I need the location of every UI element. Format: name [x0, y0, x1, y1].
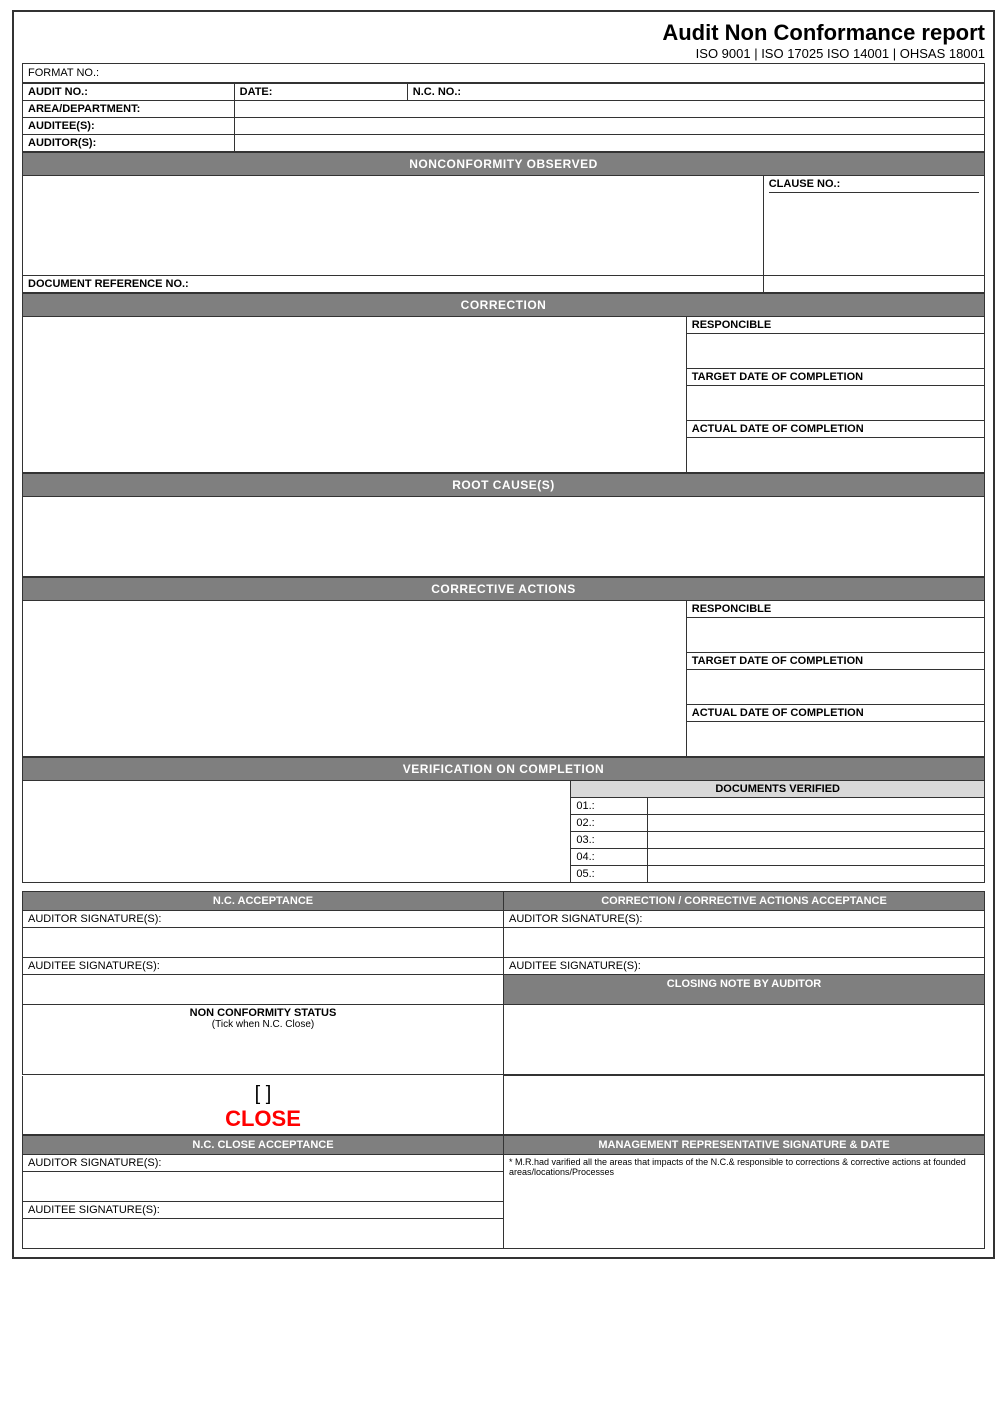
- clause-no-value[interactable]: [769, 195, 979, 265]
- verification-header: VERIFICATION ON COMPLETION: [23, 758, 985, 781]
- ca-auditor-sig-text: AUDITOR SIGNATURE(S):: [509, 913, 642, 925]
- ca-auditor-sig-value[interactable]: [504, 928, 985, 958]
- ca-auditee-sig-label: AUDITEE SIGNATURE(S):: [504, 958, 985, 975]
- ca-auditor-sig-label: AUDITOR SIGNATURE(S):: [504, 911, 985, 928]
- auditor-value[interactable]: [234, 135, 984, 152]
- clause-no-label: CLAUSE NO.:: [769, 178, 979, 193]
- doc-item-2-label: 02.:: [571, 815, 648, 832]
- responsible-value-2[interactable]: [686, 618, 984, 653]
- doc-ref-label: DOCUMENT REFERENCE NO.:: [23, 276, 764, 293]
- nc-status-label: NON CONFORMITY STATUS: [28, 1007, 498, 1019]
- closing-note-header-cell: CLOSING NOTE BY AUDITOR: [504, 975, 985, 1005]
- target-date-label-1: TARGET DATE OF COMPLETION: [686, 369, 984, 386]
- format-no-row: FORMAT NO.:: [22, 63, 985, 83]
- auditee-label: AUDITEE(S):: [23, 118, 235, 135]
- actual-date-value-2[interactable]: [686, 722, 984, 757]
- actual-date-label-1: ACTUAL DATE OF COMPLETION: [686, 421, 984, 438]
- closing-note-value[interactable]: [504, 1005, 985, 1075]
- ca-auditee-sig-text: AUDITEE SIGNATURE(S):: [509, 960, 641, 972]
- nc-no-label: N.C. NO.:: [407, 84, 984, 101]
- area-dept-label: AREA/DEPARTMENT:: [23, 101, 235, 118]
- nc-status-cell: NON CONFORMITY STATUS (Tick when N.C. Cl…: [23, 1005, 504, 1075]
- doc-item-1-value[interactable]: [648, 798, 985, 815]
- nc-status-sub: (Tick when N.C. Close): [28, 1019, 498, 1030]
- top-info-table: AUDIT NO.: DATE: N.C. NO.: AREA/DEPARTME…: [22, 83, 985, 152]
- correction-acceptance-header: CORRECTION / CORRECTIVE ACTIONS ACCEPTAN…: [504, 892, 985, 911]
- nc-auditor-sig-value[interactable]: [23, 928, 504, 958]
- target-date-value-1[interactable]: [686, 386, 984, 421]
- doc-item-3-label: 03.:: [571, 832, 648, 849]
- close-bracket: [ ]: [28, 1083, 498, 1106]
- date-label: DATE:: [234, 84, 407, 101]
- actual-date-value-1[interactable]: [686, 438, 984, 473]
- page-container: Audit Non Conformance report ISO 9001 | …: [12, 10, 995, 1259]
- target-date-value-2[interactable]: [686, 670, 984, 705]
- documents-verified-header: DOCUMENTS VERIFIED: [571, 781, 985, 798]
- nc-close-auditee-value[interactable]: [23, 1218, 504, 1248]
- actual-date-label-2: ACTUAL DATE OF COMPLETION: [686, 705, 984, 722]
- nonconformity-content[interactable]: [23, 176, 764, 276]
- acceptance-top-table: N.C. ACCEPTANCE CORRECTION / CORRECTIVE …: [22, 891, 985, 1075]
- responsible-label-2: RESPONCIBLE: [686, 601, 984, 618]
- root-cause-table: ROOT CAUSE(S): [22, 473, 985, 577]
- close-bracket-cell: [ ] CLOSE: [23, 1076, 504, 1135]
- auditee-value[interactable]: [234, 118, 984, 135]
- doc-item-2-value[interactable]: [648, 815, 985, 832]
- nc-close-acceptance-header: N.C. CLOSE ACCEPTANCE: [23, 1135, 504, 1154]
- corrective-actions-table: CORRECTIVE ACTIONS RESPONCIBLE TARGET DA…: [22, 577, 985, 757]
- doc-item-4-value[interactable]: [648, 849, 985, 866]
- nc-auditee-sig-label: AUDITEE SIGNATURE(S):: [23, 958, 504, 975]
- nc-close-auditor-value[interactable]: [23, 1171, 504, 1201]
- format-no-label: FORMAT NO.:: [28, 67, 99, 79]
- doc-item-3-value[interactable]: [648, 832, 985, 849]
- auditor-label: AUDITOR(S):: [23, 135, 235, 152]
- nc-close-table: N.C. CLOSE ACCEPTANCE MANAGEMENT REPRESE…: [22, 1135, 985, 1249]
- clause-no-cell: CLAUSE NO.:: [763, 176, 984, 276]
- target-date-label-2: TARGET DATE OF COMPLETION: [686, 653, 984, 670]
- nc-auditor-sig-text: AUDITOR SIGNATURE(S):: [28, 913, 161, 925]
- close-text: CLOSE: [28, 1106, 498, 1132]
- nonconformity-table: NONCONFORMITY OBSERVED CLAUSE NO.: DOCUM…: [22, 152, 985, 293]
- report-title: Audit Non Conformance report: [22, 20, 985, 46]
- corrective-actions-header: CORRECTIVE ACTIONS: [23, 578, 985, 601]
- nc-acceptance-header: N.C. ACCEPTANCE: [23, 892, 504, 911]
- nc-close-auditee-label: AUDITEE SIGNATURE(S):: [23, 1201, 504, 1218]
- doc-ref-value[interactable]: [763, 276, 984, 293]
- nc-auditee-sig-text: AUDITEE SIGNATURE(S):: [28, 960, 160, 972]
- root-cause-header: ROOT CAUSE(S): [23, 474, 985, 497]
- audit-no-label: AUDIT NO.:: [23, 84, 235, 101]
- nc-status-table: [ ] CLOSE: [22, 1075, 985, 1135]
- correction-header: CORRECTION: [23, 294, 985, 317]
- doc-item-5-value[interactable]: [648, 866, 985, 883]
- mgmt-rep-header: MANAGEMENT REPRESENTATIVE SIGNATURE & DA…: [504, 1135, 985, 1154]
- correction-content[interactable]: [23, 317, 687, 473]
- nc-auditor-sig-label: AUDITOR SIGNATURE(S):: [23, 911, 504, 928]
- responsible-value-1[interactable]: [686, 334, 984, 369]
- nonconformity-header: NONCONFORMITY OBSERVED: [23, 153, 985, 176]
- header: Audit Non Conformance report ISO 9001 | …: [22, 20, 985, 61]
- corrective-actions-content[interactable]: [23, 601, 687, 757]
- correction-table: CORRECTION RESPONCIBLE TARGET DATE OF CO…: [22, 293, 985, 473]
- verification-content[interactable]: [23, 781, 571, 883]
- area-dept-value[interactable]: [234, 101, 984, 118]
- report-subtitle: ISO 9001 | ISO 17025 ISO 14001 | OHSAS 1…: [22, 46, 985, 61]
- responsible-label-1: RESPONCIBLE: [686, 317, 984, 334]
- nc-close-auditor-label: AUDITOR SIGNATURE(S):: [23, 1154, 504, 1171]
- root-cause-content[interactable]: [23, 497, 985, 577]
- doc-item-1-label: 01.:: [571, 798, 648, 815]
- doc-item-4-label: 04.:: [571, 849, 648, 866]
- doc-item-5-label: 05.:: [571, 866, 648, 883]
- nc-auditee-sig-value[interactable]: [23, 975, 504, 1005]
- mgmt-rep-footnote: * M.R.had varified all the areas that im…: [504, 1154, 985, 1248]
- verification-table: VERIFICATION ON COMPLETION DOCUMENTS VER…: [22, 757, 985, 883]
- closing-note-area[interactable]: [504, 1076, 985, 1135]
